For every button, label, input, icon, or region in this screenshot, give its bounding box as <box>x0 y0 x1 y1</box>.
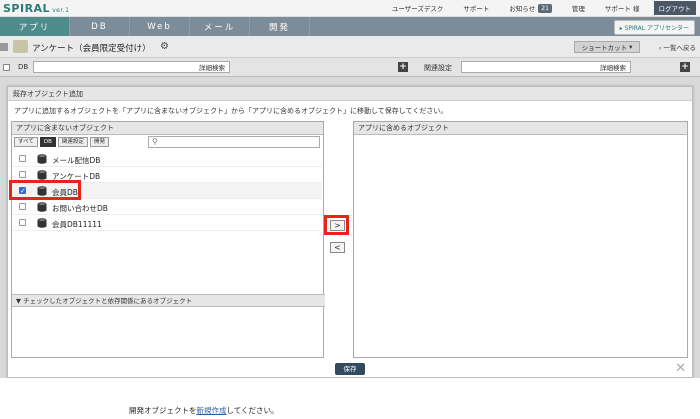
list-item[interactable]: お問い合わせDB <box>12 199 322 215</box>
item-name: お問い合わせDB <box>52 204 108 213</box>
logout-button[interactable]: ログアウト <box>653 1 696 15</box>
add-db-icon[interactable]: + <box>398 62 408 72</box>
db-search-input[interactable]: 詳細検索 <box>33 61 230 73</box>
notice-count-badge: 21 <box>538 3 552 13</box>
object-search-input[interactable]: ⚲ <box>148 136 320 148</box>
support-link[interactable]: サポート <box>453 0 499 16</box>
footer-area <box>0 378 700 419</box>
dialog-title: 既存オブジェクト追加 <box>8 87 692 101</box>
save-button[interactable]: 保存 <box>335 363 365 375</box>
list-item[interactable]: 会員DB11111 <box>12 215 322 231</box>
main-tabs: アプリ DB Web メール 開発 ▸ SPIRAL アプリセンター <box>0 17 700 36</box>
item-name: 会員DB11111 <box>52 220 102 229</box>
db-bar: DB 詳細検索 + 関連設定 詳細検索 + <box>0 58 700 77</box>
filter-buttons: すべて DB 関連設定 開発 <box>14 137 109 147</box>
database-icon <box>37 202 47 212</box>
related-settings-label: 関連設定 <box>424 64 452 72</box>
app-center-button[interactable]: ▸ SPIRAL アプリセンター <box>613 20 695 35</box>
top-bar: SPIRAL ver.1 ユーザーズデスク サポート お知らせ 21 管理 サポート… <box>0 0 700 17</box>
database-icon <box>37 218 47 228</box>
footer-message: 開発オブジェクトを新規作成してください。 <box>129 406 279 415</box>
add-existing-object-dialog: 既存オブジェクト追加 アプリに追加するオブジェクトを「アプリに含まないオブジェク… <box>7 86 693 378</box>
shortcut-dropdown[interactable]: ショートカット ▾ <box>574 41 640 53</box>
move-left-button[interactable]: < <box>330 242 345 253</box>
item-checkbox[interactable] <box>19 219 26 226</box>
app-icon <box>13 40 28 53</box>
database-icon <box>37 154 47 164</box>
admin-link[interactable]: 管理 <box>562 0 595 16</box>
included-objects-panel: アプリに含めるオブジェクト <box>353 121 688 358</box>
panel-toggle[interactable] <box>0 43 8 51</box>
db-select-checkbox[interactable] <box>3 64 10 71</box>
gear-icon[interactable]: ⚙ <box>160 41 169 52</box>
filter-all-button[interactable]: すべて <box>14 137 38 147</box>
item-checkbox[interactable] <box>19 171 26 178</box>
spiral-logo[interactable]: SPIRAL ver.1 <box>3 2 69 15</box>
top-links: ユーザーズデスク サポート お知らせ 21 管理 サポート 様 ログアウト <box>382 0 700 16</box>
close-icon[interactable]: ✕ <box>675 361 686 376</box>
excluded-panel-title: アプリに含まないオブジェクト <box>12 122 323 135</box>
title-row: アンケート（会員限定受付け） ⚙ ショートカット ▾ ‹ 一覧へ戻る <box>0 36 700 58</box>
list-item[interactable]: メール配信DB <box>12 151 322 167</box>
dialog-description: アプリに追加するオブジェクトを「アプリに含まないオブジェクト」から「アプリに含め… <box>14 107 448 115</box>
tab-web[interactable]: Web <box>130 17 190 36</box>
item-name: メール配信DB <box>52 156 101 165</box>
notice-link[interactable]: お知らせ 21 <box>499 0 562 16</box>
filter-db-button[interactable]: DB <box>39 137 56 147</box>
tab-db[interactable]: DB <box>70 17 130 36</box>
user-name: サポート 様 <box>604 5 640 13</box>
item-checkbox[interactable] <box>19 155 26 162</box>
tab-dev[interactable]: 開発 <box>250 17 310 36</box>
move-right-highlight <box>324 215 349 235</box>
tab-mail[interactable]: メール <box>190 17 250 36</box>
page-title: アンケート（会員限定受付け） <box>32 44 151 54</box>
filter-dev-button[interactable]: 開発 <box>89 137 109 147</box>
checked-item-highlight <box>9 180 81 200</box>
dependency-section-header[interactable]: ▼ チェックしたオブジェクトと依存関係にあるオブジェクト <box>12 294 325 307</box>
item-checkbox[interactable] <box>19 203 26 210</box>
filter-related-button[interactable]: 関連設定 <box>57 137 88 147</box>
search-icon: ⚲ <box>152 137 158 146</box>
related-search-input[interactable]: 詳細検索 <box>461 61 631 73</box>
excluded-objects-panel: アプリに含まないオブジェクト すべて DB 関連設定 開発 ⚲ メール配信DB … <box>11 121 325 358</box>
database-icon <box>37 170 47 180</box>
add-related-icon[interactable]: + <box>680 62 690 72</box>
create-new-link[interactable]: 新規作成 <box>197 406 227 415</box>
back-to-list-link[interactable]: ‹ 一覧へ戻る <box>659 42 696 52</box>
included-panel-title: アプリに含めるオブジェクト <box>354 122 687 135</box>
users-desk-link[interactable]: ユーザーズデスク <box>382 0 454 16</box>
tab-app[interactable]: アプリ <box>0 17 70 36</box>
db-label: DB <box>18 63 29 71</box>
